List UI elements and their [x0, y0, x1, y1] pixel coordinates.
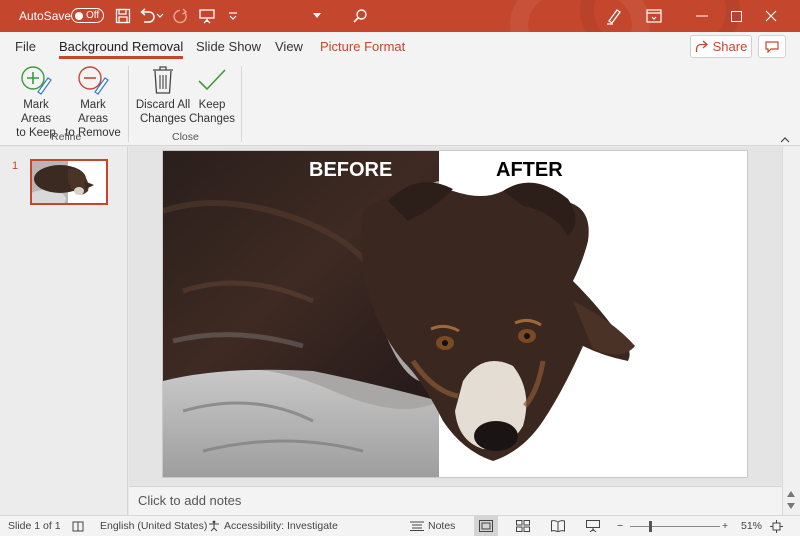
ribbon-display-icon[interactable] [644, 6, 664, 26]
keep-line1: Keep [198, 99, 226, 111]
minimize-icon[interactable] [685, 0, 719, 32]
thumbnail-picture [32, 161, 106, 203]
status-bar: Slide 1 of 1 English (United States) Acc… [0, 515, 800, 536]
mark-remove-line1: Mark Areas [77, 99, 109, 125]
slide-thumbnail[interactable] [30, 159, 108, 205]
checkmark-icon [196, 64, 228, 96]
normal-view-icon [479, 520, 493, 532]
mark-remove-icon [77, 64, 109, 96]
scroll-down-icon[interactable] [787, 503, 795, 509]
close-icon[interactable] [754, 0, 788, 32]
tab-file[interactable]: File [15, 39, 36, 54]
autosave-toggle[interactable]: Off [71, 8, 104, 23]
search-icon[interactable] [350, 6, 370, 26]
ribbon-tabs: File Background Removal Slide Show View … [0, 32, 800, 62]
after-label: AFTER [496, 159, 563, 181]
mark-keep-icon [20, 64, 52, 96]
zoom-in-icon[interactable]: + [722, 520, 728, 532]
mark-keep-line1: Mark Areas [20, 99, 52, 125]
before-label: BEFORE [309, 159, 393, 181]
tab-background-removal[interactable]: Background Removal [59, 39, 184, 59]
toggle-knob [75, 12, 83, 20]
slide-editor: BEFORE AFTER [129, 147, 782, 485]
accessibility-icon [209, 520, 219, 532]
reading-view-icon [551, 520, 565, 532]
mark-areas-to-keep-button[interactable]: Mark Areas to Keep [8, 64, 64, 140]
discard-line1: Discard All [135, 99, 191, 111]
group-separator [128, 66, 129, 142]
autosave-label: AutoSave [19, 9, 72, 23]
discard-all-changes-button[interactable]: Discard All Changes [134, 64, 192, 126]
share-button[interactable]: Share [690, 35, 752, 58]
notes-toggle-button[interactable]: Notes [410, 520, 455, 532]
zoom-slider-track[interactable] [630, 526, 720, 527]
tab-picture-format[interactable]: Picture Format [320, 39, 405, 54]
language-status[interactable]: English (United States) [100, 520, 207, 532]
scroll-up-icon[interactable] [787, 491, 795, 497]
fit-slide-icon [770, 520, 783, 533]
slide-info: Slide 1 of 1 [8, 520, 61, 532]
dog-picture [163, 151, 635, 477]
autosave-state: Off [86, 10, 100, 21]
tab-view[interactable]: View [275, 39, 303, 54]
accessibility-status[interactable]: Accessibility: Investigate [208, 520, 338, 532]
fit-slide-button[interactable] [770, 520, 783, 533]
mark-areas-to-remove-button[interactable]: Mark Areas to Remove [64, 64, 122, 140]
undo-dropdown-icon[interactable] [154, 6, 166, 26]
redo-icon[interactable] [171, 6, 191, 26]
mark-keep-line2: to Keep [16, 127, 56, 139]
collapse-ribbon-icon[interactable] [780, 132, 790, 146]
save-icon[interactable] [113, 6, 133, 26]
group-label-close: Close [172, 131, 199, 143]
accessibility-label: Accessibility: Investigate [224, 520, 338, 532]
slide-sorter-icon [516, 520, 530, 532]
group-label-refine: Refine [51, 131, 82, 143]
maximize-icon[interactable] [719, 0, 753, 32]
notes-icon [410, 521, 424, 531]
title-dropdown-icon[interactable] [307, 6, 327, 26]
comments-button[interactable] [758, 35, 786, 58]
vertical-scrollbar[interactable] [782, 147, 800, 515]
share-label: Share [712, 39, 748, 54]
slideshow-icon [586, 520, 600, 532]
discard-line2: Changes [139, 113, 187, 125]
slide-canvas[interactable]: BEFORE AFTER [162, 150, 748, 478]
reading-view-button[interactable] [551, 520, 565, 532]
spelling-icon[interactable] [72, 520, 84, 532]
customize-toolbar-icon[interactable] [223, 6, 243, 26]
comment-icon [765, 40, 779, 53]
title-bar: AutoSave Off [0, 0, 800, 32]
slideshow-button[interactable] [586, 520, 600, 532]
zoom-out-icon[interactable]: − [617, 520, 623, 532]
keep-line2: Changes [188, 113, 236, 125]
ribbon: Mark Areas to Keep Mark Areas to Remove … [0, 62, 800, 146]
slide-thumbnail-pane: 1 [0, 147, 128, 515]
group-separator [241, 66, 242, 142]
pen-icon[interactable] [604, 6, 624, 26]
slide-sorter-button[interactable] [516, 520, 530, 532]
trash-icon [147, 64, 179, 96]
keep-changes-button[interactable]: Keep Changes [188, 64, 236, 126]
notes-placeholder: Click to add notes [138, 493, 242, 508]
zoom-level[interactable]: 51% [741, 520, 762, 532]
share-icon [695, 40, 708, 52]
zoom-slider-thumb[interactable] [649, 521, 652, 532]
tab-slide-show[interactable]: Slide Show [196, 39, 261, 54]
slide-number: 1 [12, 160, 19, 172]
present-icon[interactable] [197, 6, 217, 26]
normal-view-button[interactable] [474, 516, 498, 536]
notes-label: Notes [428, 520, 456, 532]
notes-pane[interactable]: Click to add notes [129, 486, 782, 515]
